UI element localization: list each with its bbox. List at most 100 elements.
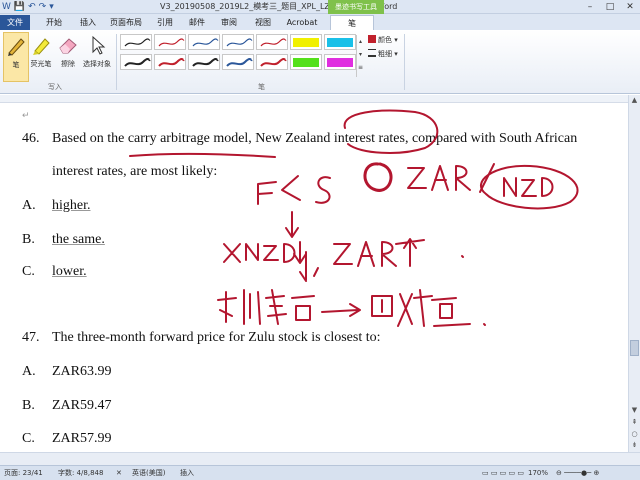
highlighter-swatch[interactable] [290, 54, 322, 70]
ink-dot [483, 323, 486, 326]
tab-file[interactable]: 文件 [0, 15, 30, 30]
option-text: ZAR63.99 [52, 364, 112, 379]
ink-nzd [503, 177, 554, 197]
eraser-button[interactable]: 擦除 [55, 32, 81, 82]
question-46-line1: Based on the carry arbitrage model, New … [52, 131, 578, 146]
insert-mode[interactable]: 插入 [180, 468, 194, 478]
tab-mailings[interactable]: 邮件 [184, 15, 210, 30]
eraser-icon [59, 38, 77, 54]
option-letter: B. [22, 232, 35, 247]
zoom-level[interactable]: 170% [528, 468, 548, 478]
ribbon-tabs: 文件 开始 插入 页面布局 引用 邮件 审阅 视图 Acrobat 笔 [0, 14, 640, 30]
write-group-label: 写入 [48, 83, 62, 91]
scroll-thumb[interactable] [630, 340, 639, 356]
pen-swatch[interactable] [120, 54, 152, 70]
highlighter-button[interactable]: 荧光笔 [28, 32, 54, 82]
highlighter-swatch[interactable] [324, 34, 356, 50]
ink-arrow-right [321, 303, 361, 317]
tab-acrobat[interactable]: Acrobat [284, 15, 320, 30]
ink-chinese-depreciate [371, 289, 471, 327]
swatch-fill [293, 38, 319, 47]
ink-slash [479, 163, 495, 193]
pen-swatch[interactable] [188, 34, 220, 50]
undo-icon[interactable]: ↶ [28, 1, 36, 13]
horizontal-scrollbar[interactable] [0, 452, 640, 465]
ink-nzd-down [223, 241, 307, 264]
ink-circle [363, 162, 393, 192]
thickness-icon [368, 49, 376, 57]
highlighter-icon [33, 38, 50, 55]
tab-home[interactable]: 开始 [40, 15, 68, 30]
save-icon[interactable]: 💾 [14, 1, 25, 13]
swatch-fill [327, 38, 353, 47]
pen-swatch[interactable] [256, 34, 288, 50]
word-logo-icon[interactable]: W [2, 1, 11, 13]
browse-object-icon[interactable]: ○ [629, 429, 640, 440]
pen-swatch[interactable] [188, 54, 220, 70]
ink-less-than [281, 175, 301, 201]
pen-swatch[interactable] [222, 34, 254, 50]
vertical-scrollbar[interactable]: ▲ ▼ ⇞ ○ ⇟ [628, 95, 640, 452]
tab-insert[interactable]: 插入 [74, 15, 102, 30]
option-text: lower. [52, 264, 87, 279]
highlighter-swatch[interactable] [324, 54, 356, 70]
page-count[interactable]: 页面: 23/41 [4, 468, 43, 478]
ribbon: 笔 荧光笔 擦除 选择对象 写入 ▴ ▾ ≡ 颜色 ▾ 粗细 ▾ 笔 [0, 30, 640, 94]
tab-page-layout[interactable]: 页面布局 [106, 15, 146, 30]
question-46-number: 46. [22, 131, 40, 146]
ruler [0, 95, 628, 103]
select-objects-button[interactable]: 选择对象 [82, 32, 112, 82]
pen-swatch[interactable] [154, 34, 186, 50]
pen-swatch[interactable] [154, 54, 186, 70]
option-letter: B. [22, 398, 35, 413]
swatch-fill [293, 58, 319, 67]
option-text: higher. [52, 198, 91, 213]
ribbon-divider [116, 34, 117, 90]
question-47-text: The three-month forward price for Zulu s… [52, 330, 381, 345]
maximize-icon[interactable]: □ [604, 1, 616, 13]
zoom-slider[interactable]: ⊖ ────●─ ⊕ [556, 468, 599, 478]
language[interactable]: 英语(美国) [132, 468, 165, 478]
ink-underline [129, 152, 276, 158]
paragraph-mark: ↵ [22, 110, 30, 120]
ink-chinese-interest-high [217, 289, 315, 325]
view-buttons[interactable]: ▭ ▭ ▭ ▭ ▭ [482, 468, 524, 478]
question-46-line2: interest rates, are most likely: [52, 164, 218, 179]
spell-check-icon[interactable]: ✕ [116, 468, 122, 478]
scroll-up-icon[interactable]: ▲ [629, 95, 640, 106]
ink-zar [407, 165, 471, 191]
status-bar: 页面: 23/41 字数: 4/8,848 ✕ 英语(美国) 插入 ▭ ▭ ▭ … [0, 465, 640, 480]
ink-arrow-down [300, 252, 312, 281]
option-text: the same. [52, 232, 105, 247]
tab-review[interactable]: 审阅 [216, 15, 242, 30]
word-count[interactable]: 字数: 4/8,848 [58, 468, 103, 478]
ink-comma [313, 267, 319, 277]
pen-color-button[interactable]: 颜色 ▾ [368, 34, 398, 46]
pens-group-label: 笔 [258, 83, 265, 91]
ink-letter-f [257, 181, 277, 205]
prev-page-icon[interactable]: ⇞ [629, 417, 640, 428]
question-47-number: 47. [22, 330, 40, 345]
option-letter: C. [22, 431, 35, 446]
next-page-icon[interactable]: ⇟ [629, 440, 640, 451]
tab-view[interactable]: 视图 [250, 15, 276, 30]
pen-swatch[interactable] [256, 54, 288, 70]
color-icon [368, 35, 376, 43]
tab-references[interactable]: 引用 [152, 15, 178, 30]
close-icon[interactable]: ✕ [624, 1, 636, 13]
customize-qat-icon[interactable]: ▾ [49, 1, 54, 13]
tab-pen[interactable]: 笔 [330, 15, 374, 30]
ink-dot [461, 255, 464, 258]
gallery-scroll[interactable]: ▴ ▾ ≡ [356, 35, 364, 77]
ribbon-divider [404, 34, 405, 90]
minimize-icon[interactable]: – [584, 1, 596, 13]
pen-swatch[interactable] [120, 34, 152, 50]
highlighter-swatch[interactable] [290, 34, 322, 50]
ink-arrow-down [285, 211, 299, 238]
scroll-down-icon[interactable]: ▼ [629, 405, 640, 416]
redo-icon[interactable]: ↷ [39, 1, 47, 13]
pen-button[interactable]: 笔 [3, 32, 29, 82]
pen-swatch[interactable] [222, 54, 254, 70]
pen-thickness-button[interactable]: 粗细 ▾ [368, 48, 398, 60]
title-bar: W 💾 ↶ ↷ ▾ V3_20190508_2019L2_模考三_题目_XPL_… [0, 0, 640, 14]
